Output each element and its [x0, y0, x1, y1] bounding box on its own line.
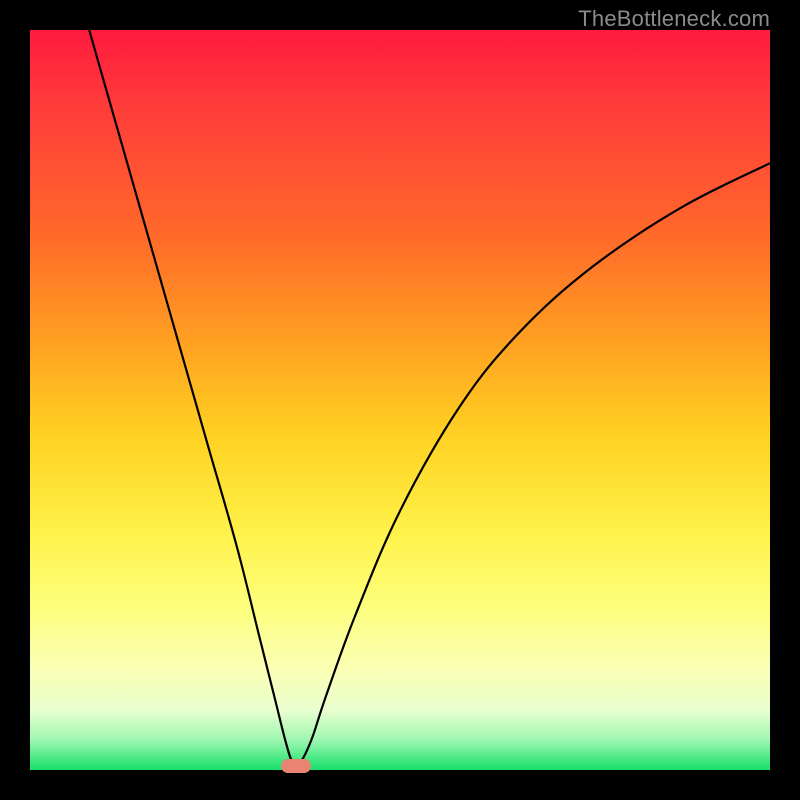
vertex-marker — [281, 759, 311, 773]
chart-frame: TheBottleneck.com — [0, 0, 800, 800]
watermark-text: TheBottleneck.com — [578, 6, 770, 32]
bottleneck-curve — [89, 30, 770, 766]
plot-area — [30, 30, 770, 770]
curve-layer — [30, 30, 770, 770]
